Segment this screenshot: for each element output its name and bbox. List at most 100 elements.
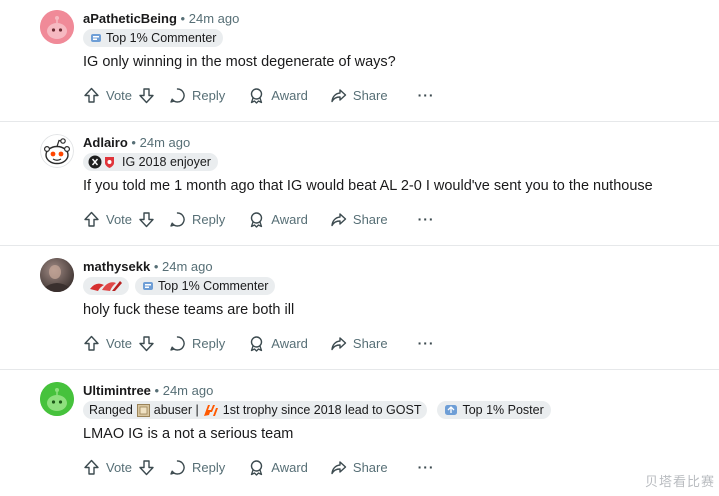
more-options-button[interactable]: ··· — [418, 211, 435, 227]
watermark: 贝塔看比赛 — [644, 475, 715, 490]
vote-group: Vote — [83, 87, 155, 104]
upvote-arrow-icon[interactable] — [83, 335, 100, 352]
share-button[interactable]: Share — [330, 459, 388, 476]
award-label: Award — [271, 87, 308, 103]
ig-logo-icon — [88, 155, 118, 169]
award-button[interactable]: Award — [248, 87, 308, 104]
share-button[interactable]: Share — [330, 87, 388, 104]
share-label: Share — [352, 211, 388, 227]
comment: Adlairo • 24m ago IG 2018 enjoyer If you… — [0, 121, 719, 248]
comment-body: holy fuck these teams are both ill — [83, 302, 295, 318]
profile-photo-icon — [40, 258, 74, 292]
avatar[interactable] — [40, 382, 74, 416]
separator-dot: • — [180, 11, 186, 26]
separator-dot: • — [154, 383, 160, 398]
vote-label: Vote — [106, 335, 133, 351]
reply-button[interactable]: Reply — [169, 211, 225, 228]
award-button[interactable]: Award — [248, 459, 308, 476]
author-line: Adlairo • 24m ago — [83, 135, 190, 151]
award-medal-icon — [248, 335, 265, 352]
award-button[interactable]: Award — [248, 211, 308, 228]
comment: mathysekk • 24m ago Top 1% Commenter hol… — [0, 245, 719, 372]
comment-actions: Vote Reply Award Share ··· — [83, 332, 435, 354]
upvote-arrow-icon[interactable] — [83, 211, 100, 228]
team-logo-icon — [88, 279, 124, 293]
award-medal-icon — [248, 87, 265, 104]
avatar[interactable] — [40, 258, 74, 292]
upvote-arrow-icon[interactable] — [83, 459, 100, 476]
author-line: mathysekk • 24m ago — [83, 259, 213, 275]
reply-label: Reply — [192, 211, 226, 227]
flair-text: Top 1% Poster — [462, 403, 544, 417]
share-arrow-icon — [330, 459, 347, 476]
flair-row: IG 2018 enjoyer — [83, 153, 218, 171]
timestamp: 24m ago — [139, 135, 191, 150]
comment-actions: Vote Reply Award Share ··· — [83, 456, 435, 478]
flair-text-trophy: 1st trophy since 2018 lead to GOST — [222, 403, 422, 417]
flair-row: Top 1% Commenter — [83, 277, 276, 295]
share-button[interactable]: Share — [330, 335, 388, 352]
comment-body: LMAO IG is a not a serious team — [83, 426, 294, 442]
share-label: Share — [352, 87, 388, 103]
username[interactable]: Adlairo — [83, 135, 128, 150]
snoo-avatar-icon — [40, 382, 74, 416]
snoo-avatar-icon — [40, 134, 74, 168]
more-options-button[interactable]: ··· — [418, 87, 435, 103]
separator-dot: • — [153, 259, 159, 274]
reply-button[interactable]: Reply — [169, 335, 225, 352]
comment: Ultimintree • 24m ago Ranged abuser | 1s… — [0, 369, 719, 496]
downvote-arrow-icon[interactable] — [138, 87, 155, 104]
username[interactable]: mathysekk — [83, 259, 150, 274]
avatar[interactable] — [40, 134, 74, 168]
reply-button[interactable]: Reply — [169, 459, 225, 476]
downvote-arrow-icon[interactable] — [138, 335, 155, 352]
timestamp: 24m ago — [162, 383, 214, 398]
reply-label: Reply — [192, 459, 226, 475]
reply-button[interactable]: Reply — [169, 87, 225, 104]
user-flair: Top 1% Commenter — [135, 277, 276, 295]
timestamp: 24m ago — [162, 259, 213, 274]
share-label: Share — [352, 335, 388, 351]
flair-text: Top 1% Commenter — [106, 31, 217, 45]
flair-text-ranged: Ranged — [89, 403, 133, 417]
downvote-arrow-icon[interactable] — [138, 459, 155, 476]
award-medal-icon — [248, 211, 265, 228]
award-button[interactable]: Award — [248, 335, 308, 352]
username[interactable]: Ultimintree — [83, 383, 151, 398]
flair-row: Top 1% Commenter — [83, 29, 224, 47]
reply-label: Reply — [192, 87, 226, 103]
user-flair: Top 1% Commenter — [83, 29, 224, 47]
vote-group: Vote — [83, 335, 155, 352]
comment-actions: Vote Reply Award Share ··· — [83, 84, 435, 106]
share-arrow-icon — [330, 87, 347, 104]
poster-flair: Top 1% Poster — [437, 401, 551, 419]
comment-body: If you told me 1 month ago that IG would… — [83, 178, 653, 194]
more-options-button[interactable]: ··· — [418, 335, 435, 351]
share-arrow-icon — [330, 211, 347, 228]
username[interactable]: aPatheticBeing — [83, 11, 177, 26]
reply-label: Reply — [192, 335, 226, 351]
snoo-avatar-icon — [40, 10, 74, 44]
team-flair — [83, 277, 129, 295]
flair-row: Ranged abuser | 1st trophy since 2018 le… — [83, 401, 551, 419]
more-options-button[interactable]: ··· — [418, 459, 435, 475]
top-commenter-badge-icon — [90, 32, 102, 44]
flair-text: IG 2018 enjoyer — [122, 155, 211, 169]
avatar[interactable] — [40, 10, 74, 44]
comment: aPatheticBeing • 24m ago Top 1% Commente… — [0, 0, 719, 124]
award-label: Award — [271, 335, 308, 351]
award-label: Award — [271, 211, 308, 227]
share-button[interactable]: Share — [330, 211, 388, 228]
fnatic-logo-icon — [203, 404, 219, 417]
downvote-arrow-icon[interactable] — [138, 211, 155, 228]
separator-dot: • — [131, 135, 136, 150]
comment-actions: Vote Reply Award Share ··· — [83, 208, 435, 230]
flair-text: Top 1% Commenter — [158, 279, 269, 293]
ranged-class-icon — [136, 403, 150, 417]
timestamp: 24m ago — [188, 11, 240, 26]
upvote-arrow-icon[interactable] — [83, 87, 100, 104]
speech-bubble-icon — [169, 335, 186, 352]
award-label: Award — [271, 459, 308, 475]
vote-label: Vote — [106, 459, 133, 475]
vote-label: Vote — [106, 87, 133, 103]
